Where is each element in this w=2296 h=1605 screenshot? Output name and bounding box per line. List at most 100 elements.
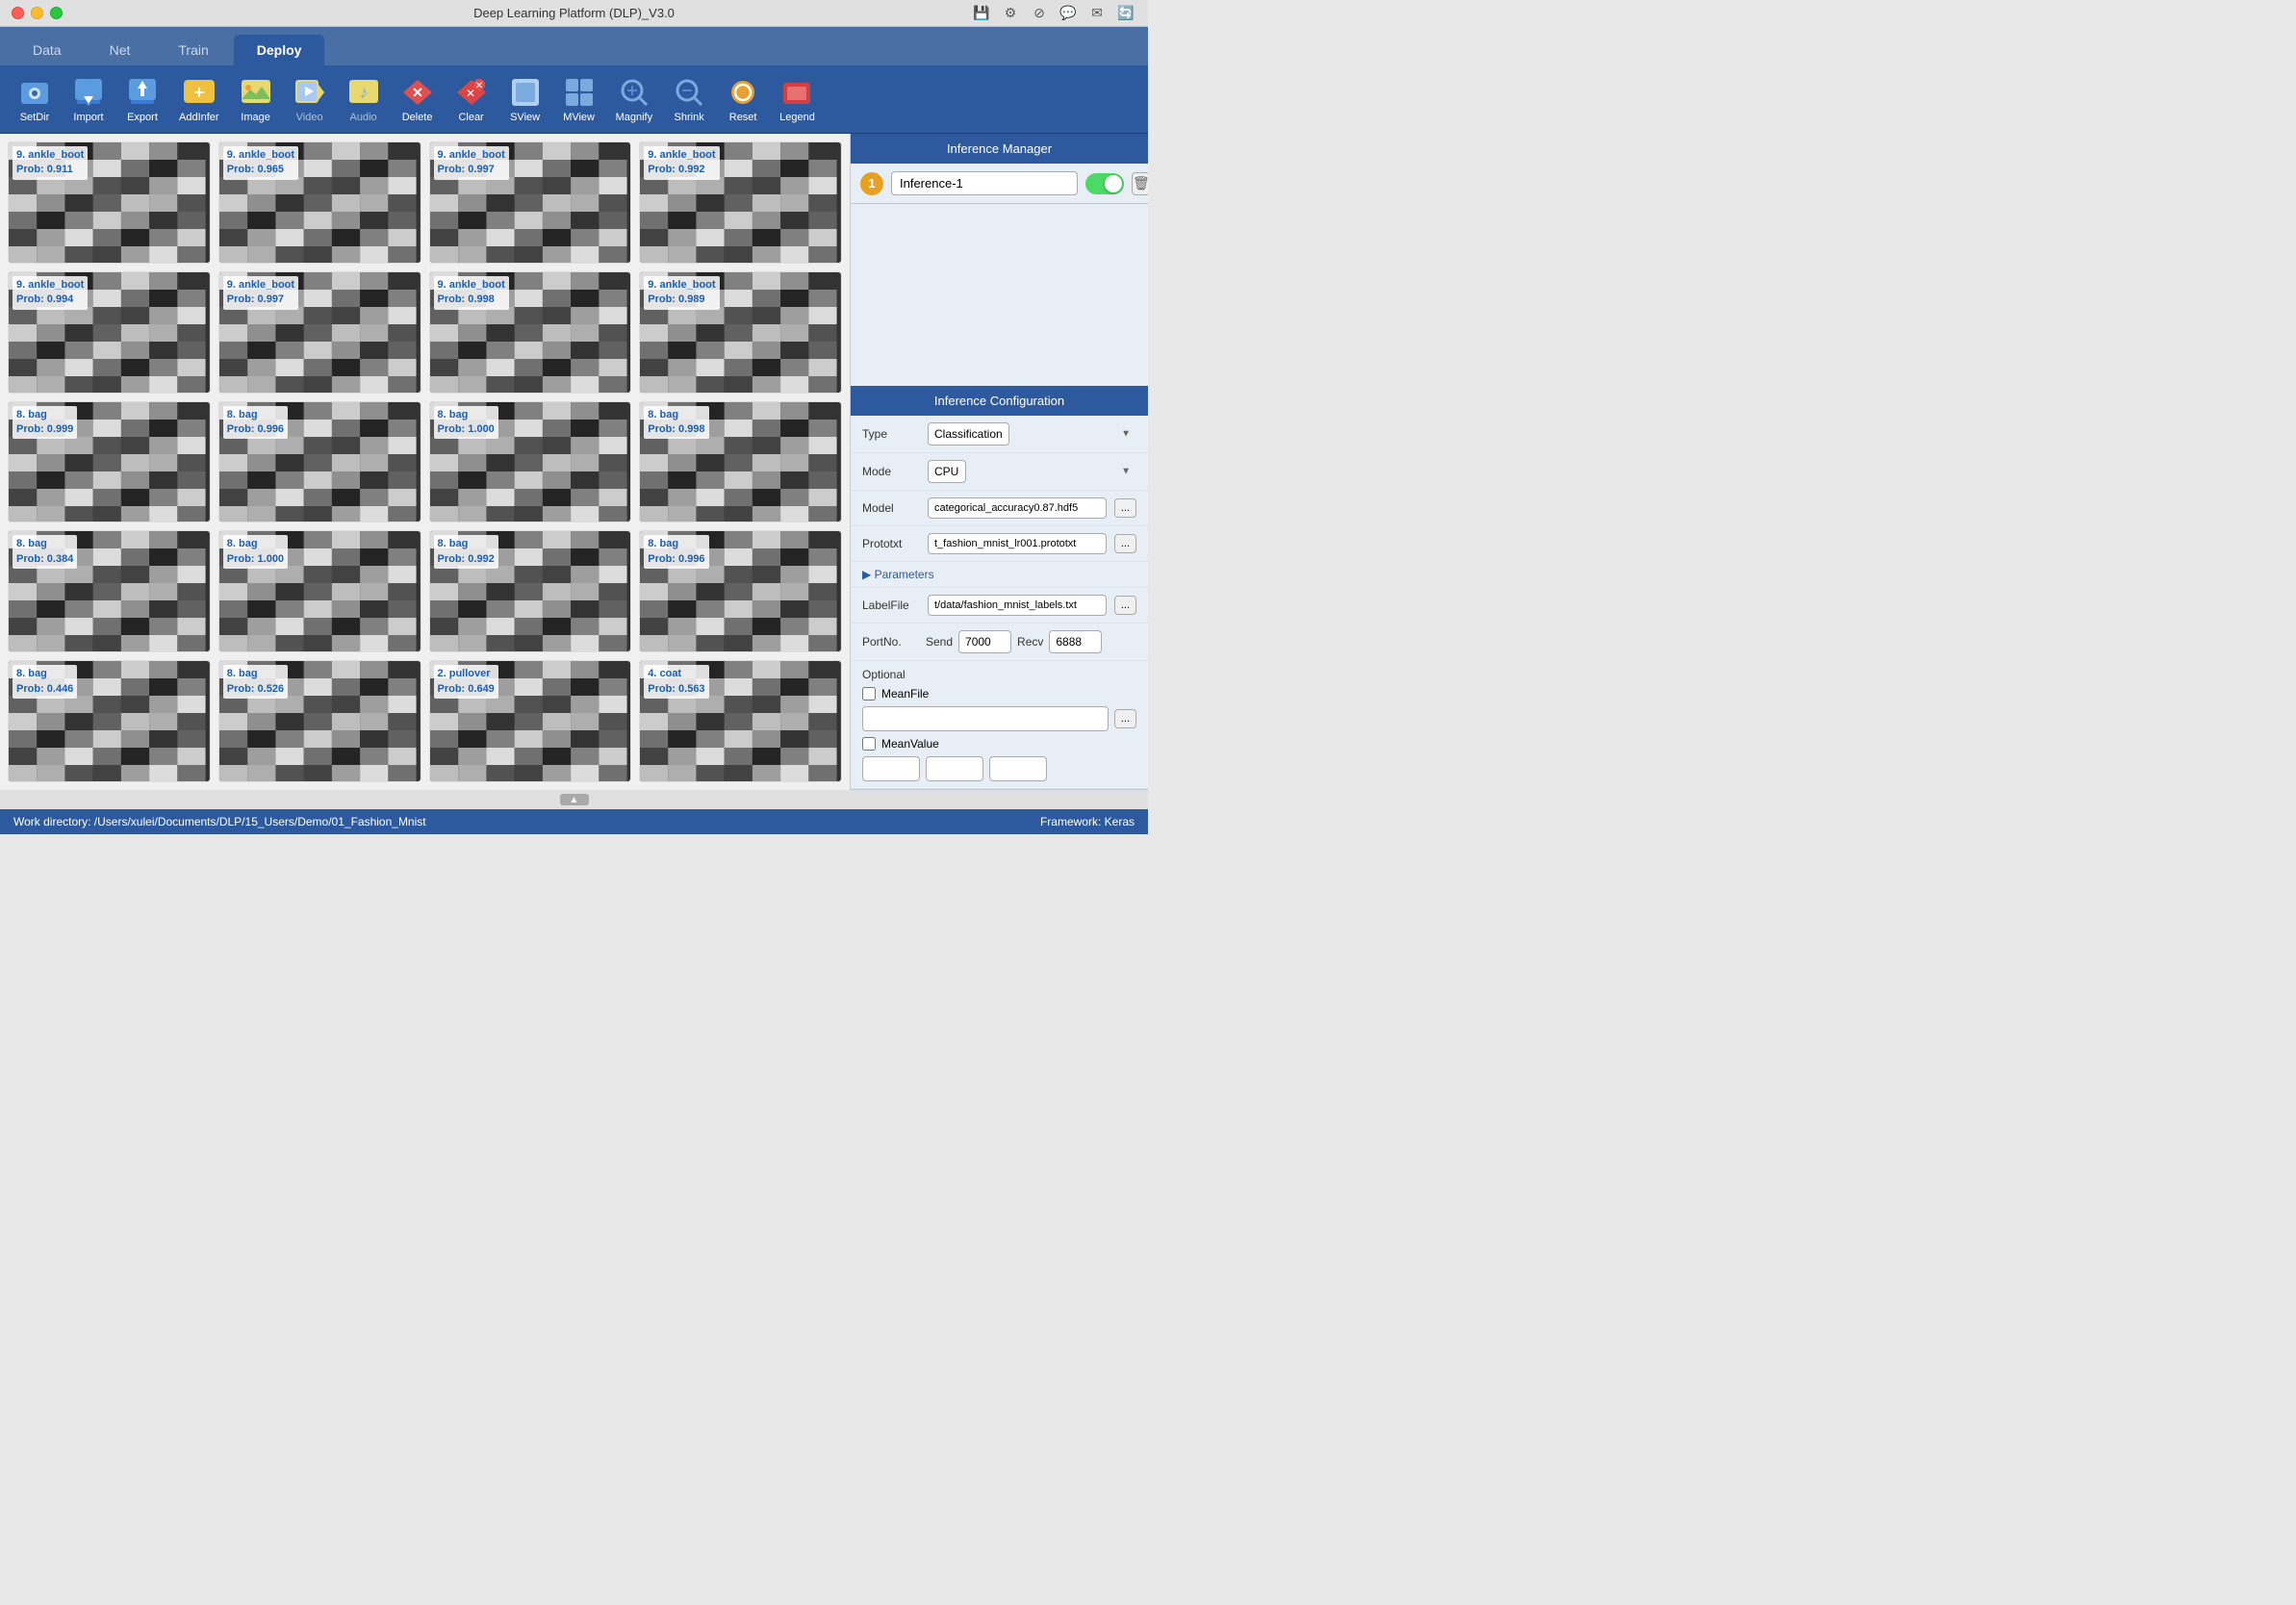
meanfile-checkbox[interactable]	[862, 687, 876, 701]
image-cell[interactable]: 8. bag Prob: 0.996	[639, 530, 842, 652]
toolbar-sview[interactable]: SView	[500, 71, 550, 127]
toolbar-clear[interactable]: ✕✕ Clear	[446, 71, 497, 127]
image-cell[interactable]: 8. bag Prob: 0.384	[8, 530, 211, 652]
optional-section: Optional MeanFile ... MeanValue	[851, 661, 1148, 789]
close-button[interactable]	[12, 7, 24, 19]
meanvalue-input-3[interactable]	[989, 756, 1047, 781]
save-icon[interactable]: 💾	[971, 3, 992, 24]
right-panel: Inference Manager 1 🗑 Inference Configur…	[850, 134, 1148, 790]
compass-icon[interactable]: ⊘	[1029, 3, 1050, 24]
tab-data[interactable]: Data	[10, 35, 85, 65]
svg-text:✕: ✕	[474, 81, 482, 91]
image-cell[interactable]: 8. bag Prob: 0.998	[639, 401, 842, 523]
inference-manager-header: Inference Manager	[851, 134, 1148, 164]
toolbar-image[interactable]: Image	[231, 71, 281, 127]
scroll-arrow-icon: ▲	[560, 794, 589, 805]
image-cell[interactable]: 8. bag Prob: 0.999	[8, 401, 211, 523]
image-cell[interactable]: 8. bag Prob: 0.992	[429, 530, 632, 652]
params-label: ▶ Parameters	[862, 568, 934, 581]
image-cell[interactable]: 2. pullover Prob: 0.649	[429, 660, 632, 782]
recv-port-input[interactable]	[1049, 630, 1102, 653]
delete-icon: ✕	[400, 75, 435, 110]
title-bar-icons: 💾 ⚙ ⊘ 💬 ✉ 🔄	[971, 3, 1136, 24]
setdir-label: SetDir	[20, 112, 50, 123]
toolbar-setdir[interactable]: SetDir	[10, 71, 60, 127]
meanvalue-input-2[interactable]	[926, 756, 983, 781]
image-grid[interactable]: 9. ankle_boot Prob: 0.9119. ankle_boot P…	[0, 134, 850, 790]
image-cell[interactable]: 9. ankle_boot Prob: 0.998	[429, 271, 632, 394]
type-label: Type	[862, 427, 920, 441]
shrink-label: Shrink	[675, 112, 704, 123]
toolbar-mview[interactable]: MView	[554, 71, 604, 127]
image-cell[interactable]: 8. bag Prob: 1.000	[218, 530, 421, 652]
model-label: Model	[862, 501, 920, 515]
panel-spacer	[851, 204, 1148, 386]
config-model-row: Model ...	[851, 491, 1148, 526]
model-browse-button[interactable]: ...	[1114, 498, 1136, 518]
labelfile-browse-button[interactable]: ...	[1114, 596, 1136, 615]
optional-label: Optional	[862, 668, 1136, 681]
meanfile-browse-button[interactable]: ...	[1114, 709, 1136, 728]
toolbar-export[interactable]: Export	[117, 71, 167, 127]
image-label: 8. bag Prob: 0.999	[13, 406, 77, 440]
maximize-button[interactable]	[50, 7, 63, 19]
meanvalue-input-1[interactable]	[862, 756, 920, 781]
inference-number: 1	[860, 172, 883, 195]
params-row[interactable]: ▶ Parameters	[851, 562, 1148, 588]
image-label: 2. pullover Prob: 0.649	[434, 665, 498, 699]
image-label: 8. bag Prob: 1.000	[223, 535, 288, 569]
mail-icon[interactable]: ✉	[1086, 3, 1108, 24]
toolbar-video[interactable]: Video	[285, 71, 335, 127]
type-select[interactable]: Classification	[928, 422, 1009, 446]
chat-icon[interactable]: 💬	[1058, 3, 1079, 24]
image-label: 9. ankle_boot Prob: 0.989	[644, 276, 719, 310]
magnify-label: Magnify	[616, 112, 653, 123]
send-port-input[interactable]	[958, 630, 1011, 653]
image-cell[interactable]: 8. bag Prob: 1.000	[429, 401, 632, 523]
toolbar-audio[interactable]: ♪ Audio	[339, 71, 389, 127]
toolbar-reset[interactable]: Reset	[718, 71, 768, 127]
addinfer-icon: +	[182, 75, 217, 110]
toolbar-addinfer[interactable]: + AddInfer	[171, 71, 227, 127]
prototxt-input[interactable]	[928, 533, 1107, 554]
type-select-wrap: Classification	[928, 422, 1136, 446]
refresh-icon[interactable]: 🔄	[1115, 3, 1136, 24]
meanvalue-checkbox[interactable]	[862, 737, 876, 751]
toolbar-magnify[interactable]: Magnify	[608, 71, 661, 127]
minimize-button[interactable]	[31, 7, 43, 19]
settings-icon[interactable]: ⚙	[1000, 3, 1021, 24]
image-cell[interactable]: 9. ankle_boot Prob: 0.911	[8, 141, 211, 264]
toolbar-legend[interactable]: Legend	[772, 71, 823, 127]
image-label: 9. ankle_boot Prob: 0.994	[13, 276, 88, 310]
model-input[interactable]	[928, 497, 1107, 519]
prototxt-label: Prototxt	[862, 537, 920, 550]
image-cell[interactable]: 9. ankle_boot Prob: 0.997	[218, 271, 421, 394]
window-title: Deep Learning Platform (DLP)_V3.0	[473, 6, 675, 20]
tab-train[interactable]: Train	[155, 35, 231, 65]
image-cell[interactable]: 8. bag Prob: 0.446	[8, 660, 211, 782]
toolbar-shrink[interactable]: Shrink	[664, 71, 714, 127]
toolbar-import[interactable]: Import	[64, 71, 114, 127]
mode-select[interactable]: CPU	[928, 460, 966, 483]
image-label: 8. bag Prob: 1.000	[434, 406, 498, 440]
image-label: 9. ankle_boot Prob: 0.965	[223, 146, 298, 180]
image-cell[interactable]: 9. ankle_boot Prob: 0.994	[8, 271, 211, 394]
meanfile-input[interactable]	[862, 706, 1109, 731]
image-cell[interactable]: 9. ankle_boot Prob: 0.989	[639, 271, 842, 394]
inference-toggle[interactable]	[1085, 173, 1124, 194]
labelfile-input[interactable]	[928, 595, 1107, 616]
image-cell[interactable]: 9. ankle_boot Prob: 0.997	[429, 141, 632, 264]
image-cell[interactable]: 8. bag Prob: 0.996	[218, 401, 421, 523]
config-type-row: Type Classification	[851, 416, 1148, 453]
inference-name-input[interactable]	[891, 171, 1078, 195]
prototxt-browse-button[interactable]: ...	[1114, 534, 1136, 553]
tab-deploy[interactable]: Deploy	[234, 35, 325, 65]
image-cell[interactable]: 9. ankle_boot Prob: 0.992	[639, 141, 842, 264]
inference-delete-button[interactable]: 🗑	[1132, 172, 1148, 195]
image-cell[interactable]: 9. ankle_boot Prob: 0.965	[218, 141, 421, 264]
image-cell[interactable]: 4. coat Prob: 0.563	[639, 660, 842, 782]
toolbar-delete[interactable]: ✕ Delete	[393, 71, 443, 127]
tab-net[interactable]: Net	[87, 35, 154, 65]
image-cell[interactable]: 8. bag Prob: 0.526	[218, 660, 421, 782]
image-icon	[239, 75, 273, 110]
